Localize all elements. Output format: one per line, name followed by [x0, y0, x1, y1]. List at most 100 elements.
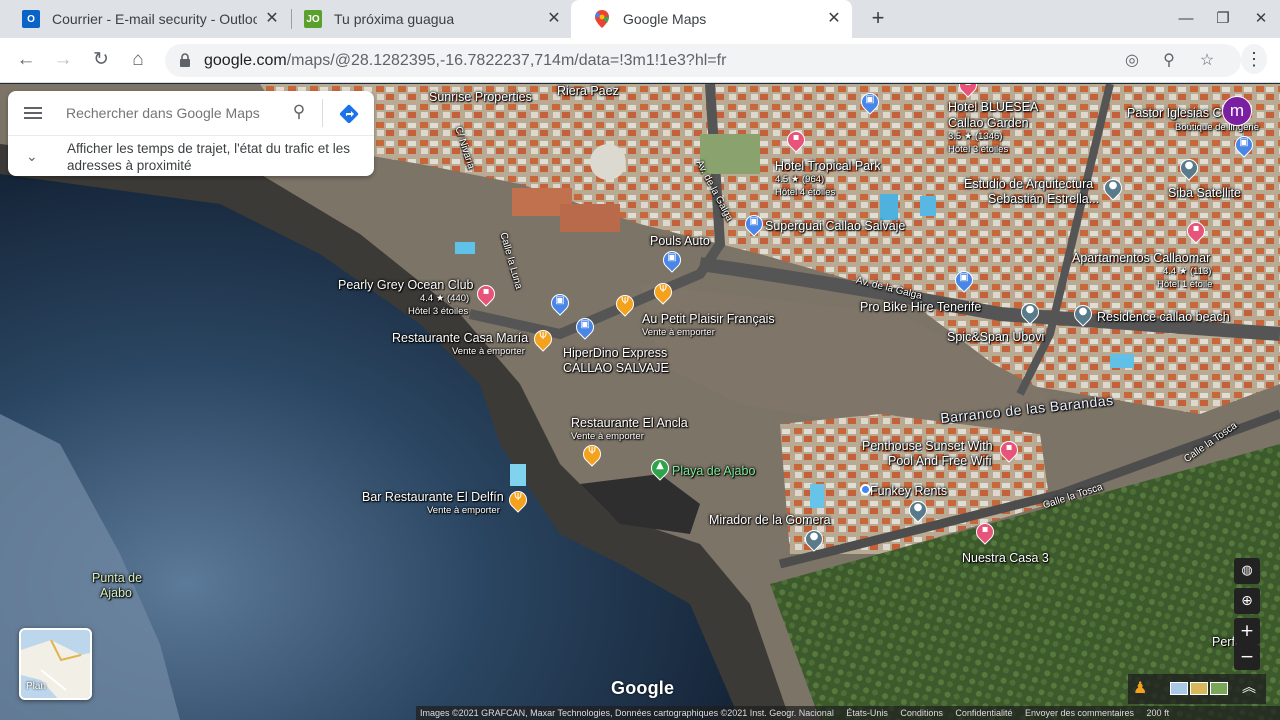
place-label[interactable]: Superguai Callao Salvaje: [765, 219, 905, 233]
el-delfin-pin[interactable]: Ψ: [505, 487, 531, 513]
close-icon[interactable]: ✕: [546, 11, 562, 27]
siba-pin[interactable]: ●: [1176, 155, 1202, 181]
place-label[interactable]: Punta de: [92, 571, 142, 585]
bookmark-star-icon[interactable]: ☆: [1196, 50, 1218, 72]
apartamentos-pin[interactable]: ▪: [1183, 218, 1209, 244]
reload-button[interactable]: ↻: [89, 48, 113, 72]
traffic-toggle[interactable]: Afficher les temps de trajet, l'état du …: [67, 140, 357, 174]
directions-icon[interactable]: [338, 103, 360, 125]
country-link[interactable]: États-Unis: [846, 708, 888, 718]
pearly-pin[interactable]: ▪: [473, 281, 499, 307]
mirador-pin[interactable]: ●: [801, 526, 827, 552]
casa-maria-pin[interactable]: Ψ: [530, 326, 556, 352]
restore-icon[interactable]: ❐: [1213, 9, 1233, 29]
place-label[interactable]: Pool And Free Wifi: [888, 454, 992, 468]
shop-pin[interactable]: ▣: [547, 290, 573, 316]
place-label[interactable]: Hotel BLUESEA: [948, 100, 1038, 114]
place-label[interactable]: Restaurante Casa María: [392, 331, 528, 345]
hiperdino-pin[interactable]: ▣: [572, 314, 598, 340]
close-icon[interactable]: ✕: [826, 11, 842, 27]
layer-thumb-icon[interactable]: [1170, 682, 1188, 695]
estudio-pin[interactable]: ●: [1100, 175, 1126, 201]
petit-plaisir-pin[interactable]: Ψ: [650, 279, 676, 305]
feedback-link[interactable]: Envoyer des commentaires: [1025, 708, 1134, 718]
penthouse-pin[interactable]: ▪: [996, 437, 1022, 463]
place-label[interactable]: Pro Bike Hire Tenerife: [860, 300, 981, 314]
place-label[interactable]: Hotel Tropical Park: [775, 159, 881, 173]
close-icon[interactable]: ✕: [264, 11, 280, 27]
pegman-icon[interactable]: ♟: [1133, 678, 1149, 700]
zoom-icon[interactable]: ⚲: [1158, 50, 1180, 72]
back-button[interactable]: ←: [14, 48, 38, 72]
place-sub-label: Hôtel 3 étoiles: [408, 306, 469, 317]
place-label[interactable]: Penthouse Sunset With: [862, 439, 993, 453]
address-bar[interactable]: google.com/maps/@28.1282395,-16.7822237,…: [165, 44, 1241, 77]
place-label[interactable]: Sebastián Estrella...: [988, 192, 1099, 206]
supergual-pin[interactable]: ▣: [741, 211, 767, 237]
layer-thumb-icon[interactable]: [1190, 682, 1208, 695]
place-label[interactable]: Pastor Iglesias C: [1127, 106, 1221, 120]
pro-bike-pin[interactable]: ▣: [951, 267, 977, 293]
place-label[interactable]: Playa de Ajabo: [672, 464, 755, 478]
place-label[interactable]: Residence callao beach: [1097, 310, 1230, 324]
place-sub-label: Vente à emporter: [642, 327, 715, 338]
place-label[interactable]: CALLAO SALVAJE: [563, 361, 669, 375]
minimize-icon[interactable]: —: [1176, 9, 1196, 29]
place-label[interactable]: Siba Satellite: [1168, 186, 1241, 200]
restaurant-pin[interactable]: Ψ: [612, 291, 638, 317]
place-label[interactable]: Nuestra Casa 3: [962, 551, 1049, 565]
playa-pin[interactable]: ▲: [647, 455, 673, 481]
place-label[interactable]: Bar Restaurante El Delfín: [362, 490, 504, 504]
el-ancla-pin[interactable]: Ψ: [579, 441, 605, 467]
place-label[interactable]: Callao Garden: [948, 116, 1029, 130]
place-label[interactable]: Mirador de la Gomera: [709, 513, 831, 527]
place-label[interactable]: Ajabo: [100, 586, 132, 600]
spic-pin[interactable]: ●: [1017, 299, 1043, 325]
browser-menu-icon[interactable]: ⋮: [1241, 44, 1267, 74]
expand-icon[interactable]: ︽: [1240, 677, 1258, 699]
hotel-tropical-pin[interactable]: ▪: [783, 127, 809, 153]
home-button[interactable]: ⌂: [126, 48, 150, 72]
place-label[interactable]: Pearly Grey Ocean Club: [338, 278, 473, 292]
tab-guagua[interactable]: JO Tu próxima guagua ✕: [282, 0, 572, 38]
place-label[interactable]: Sunrise Properties: [429, 90, 532, 104]
layers-bar: ♟ ︽: [1128, 674, 1266, 704]
place-label[interactable]: Funkey Rents: [870, 484, 947, 498]
tab-google-maps[interactable]: Google Maps ✕: [571, 0, 852, 38]
tab-strip: O Courrier - E-mail security - Outloo ✕ …: [0, 0, 1280, 38]
avatar[interactable]: m: [1222, 96, 1252, 126]
place-label[interactable]: Au Petit Plaisir Français: [642, 312, 775, 326]
place-label[interactable]: Estudio de Arquitectura: [964, 177, 1093, 191]
lingerie-pin[interactable]: ▣: [1231, 132, 1257, 158]
place-label[interactable]: HiperDino Express: [563, 346, 667, 360]
window-close-icon[interactable]: ✕: [1251, 9, 1271, 29]
shop-pin[interactable]: ▣: [857, 89, 883, 115]
place-label[interactable]: Spic&Span Ubovi: [947, 330, 1044, 344]
place-label[interactable]: Pouls Auto: [650, 234, 710, 248]
nuestra-pin[interactable]: ▪: [972, 519, 998, 545]
funkey-pin[interactable]: ●: [905, 497, 931, 523]
zoom-in-button[interactable]: +: [1234, 618, 1260, 644]
location-icon[interactable]: ◎: [1121, 50, 1143, 72]
satellite-map[interactable]: ▪ ▣ ▪ ● ● ▣ ▪ ▣ ▣ ▪ ▣ Ψ Ψ ▣ ● ● ▣ Ψ Ψ ▪ …: [0, 84, 1280, 720]
place-label[interactable]: Riera Paez: [557, 84, 619, 98]
layer-thumb-icon[interactable]: [1210, 682, 1228, 695]
zoom-out-button[interactable]: −: [1234, 644, 1260, 670]
map-type-toggle[interactable]: Plan: [19, 628, 92, 700]
forward-button[interactable]: →: [51, 48, 75, 72]
menu-icon[interactable]: [24, 104, 44, 122]
terms-link[interactable]: Conditions: [900, 708, 943, 718]
place-label[interactable]: Apartamentos Callaomar: [1072, 251, 1210, 265]
place-label[interactable]: Restaurante El Ancla: [571, 416, 688, 430]
residence-pin[interactable]: ●: [1070, 301, 1096, 327]
chevron-down-icon[interactable]: ⌄: [26, 148, 38, 165]
pouls-pin[interactable]: ▣: [659, 247, 685, 273]
globe-icon[interactable]: ◍: [1234, 558, 1260, 584]
privacy-link[interactable]: Confidentialité: [955, 708, 1012, 718]
tab-outlook[interactable]: O Courrier - E-mail security - Outloo ✕: [0, 0, 290, 38]
search-input[interactable]: [66, 103, 286, 123]
hotel-pin[interactable]: ▪: [955, 84, 981, 98]
my-location-icon[interactable]: ⊕: [1234, 588, 1260, 614]
new-tab-button[interactable]: +: [866, 7, 890, 31]
search-icon[interactable]: ⚲: [288, 101, 310, 123]
